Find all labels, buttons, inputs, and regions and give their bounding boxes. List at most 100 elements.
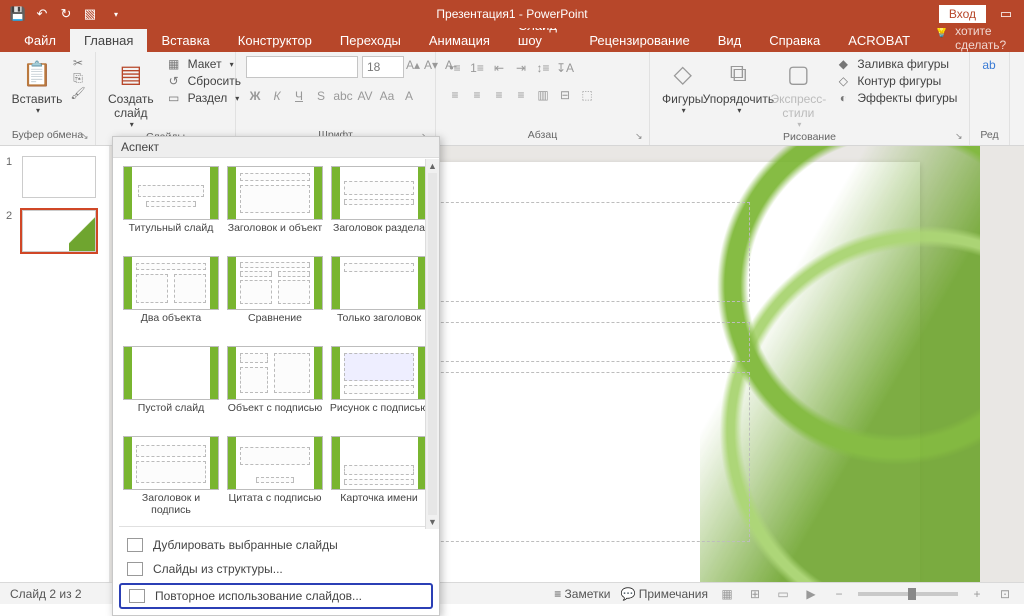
indent-dec-icon[interactable]: ⇤ bbox=[490, 59, 508, 77]
format-painter-icon[interactable]: 🖌 bbox=[70, 86, 86, 100]
layout-comparison[interactable]: Сравнение bbox=[223, 254, 327, 344]
ribbon-tabs: Файл Главная Вставка Конструктор Переход… bbox=[0, 28, 1024, 52]
font-name-combo[interactable] bbox=[246, 56, 358, 78]
tab-transitions[interactable]: Переходы bbox=[326, 29, 415, 52]
slideshow-view-icon[interactable]: ▶ bbox=[802, 585, 820, 603]
case-icon[interactable]: Aa bbox=[378, 87, 396, 105]
quick-styles-button[interactable]: ▢Экспресс-стили▾ bbox=[771, 56, 825, 131]
text-direction-icon[interactable]: ↧A bbox=[556, 59, 574, 77]
menu-reuse-slides[interactable]: Повторное использование слайдов... bbox=[119, 583, 433, 609]
thumb-1[interactable]: 1 bbox=[6, 156, 103, 198]
menu-duplicate-slides[interactable]: Дублировать выбранные слайды bbox=[113, 533, 439, 557]
new-slide-button[interactable]: ▤ Создать слайд ▾ bbox=[106, 56, 156, 131]
copy-icon[interactable]: ⎘ bbox=[70, 71, 86, 85]
outline-file-icon bbox=[127, 562, 143, 576]
reset-button[interactable]: ↺Сбросить bbox=[162, 73, 245, 89]
line-spacing-icon[interactable]: ↕≡ bbox=[534, 59, 552, 77]
scroll-down-icon[interactable]: ▼ bbox=[426, 515, 439, 529]
bullets-icon[interactable]: •≡ bbox=[446, 59, 464, 77]
start-show-icon[interactable]: ▧ bbox=[82, 6, 98, 22]
grow-font-icon[interactable]: A▴ bbox=[404, 56, 422, 74]
smartart-icon[interactable]: ⬚ bbox=[578, 86, 596, 104]
clipboard-launcher-icon[interactable]: ↘ bbox=[81, 131, 93, 143]
layout-title-content[interactable]: Заголовок и объект bbox=[223, 164, 327, 254]
layout-quote-caption[interactable]: Цитата с подписью bbox=[223, 434, 327, 524]
slide-counter: Слайд 2 из 2 bbox=[10, 587, 82, 601]
reuse-icon bbox=[129, 589, 145, 603]
normal-view-icon[interactable]: ▦ bbox=[718, 585, 736, 603]
shapes-button[interactable]: ◇Фигуры▾ bbox=[660, 56, 705, 117]
tab-review[interactable]: Рецензирование bbox=[575, 29, 703, 52]
paragraph-launcher-icon[interactable]: ↘ bbox=[635, 131, 647, 143]
indent-inc-icon[interactable]: ⇥ bbox=[512, 59, 530, 77]
layout-title-caption[interactable]: Заголовок и подпись bbox=[119, 434, 223, 524]
strike-icon[interactable]: abc bbox=[334, 87, 352, 105]
arrange-button[interactable]: ⧉Упорядочить▾ bbox=[711, 56, 765, 117]
section-icon: ▭ bbox=[166, 91, 182, 105]
login-button[interactable]: Вход bbox=[939, 5, 986, 23]
undo-icon[interactable]: ↶ bbox=[34, 6, 50, 22]
section-button[interactable]: ▭Раздел▾ bbox=[162, 90, 245, 106]
shadow-icon[interactable]: S bbox=[312, 87, 330, 105]
tab-file[interactable]: Файл bbox=[10, 29, 70, 52]
layout-section-header[interactable]: Заголовок раздела bbox=[327, 164, 431, 254]
group-paragraph: •≡ 1≡ ⇤ ⇥ ↕≡ ↧A ≡ ≡ ≡ ≡ ▥ ⊟ ⬚ Абзац ↘ bbox=[436, 52, 650, 145]
align-center-icon[interactable]: ≡ bbox=[468, 86, 486, 104]
tab-help[interactable]: Справка bbox=[755, 29, 834, 52]
numbering-icon[interactable]: 1≡ bbox=[468, 59, 486, 77]
layout-title-only[interactable]: Только заголовок bbox=[327, 254, 431, 344]
comments-button[interactable]: 💬 Примечания bbox=[620, 587, 708, 601]
shapes-icon: ◇ bbox=[667, 58, 699, 90]
columns-icon[interactable]: ▥ bbox=[534, 86, 552, 104]
layout-title-slide[interactable]: Титульный слайд bbox=[119, 164, 223, 254]
group-editing: ab Ред bbox=[970, 52, 1010, 145]
shape-effects-button[interactable]: ◐Эффекты фигуры bbox=[831, 90, 961, 106]
ribbon: 📋 Вставить ▾ ✂ ⎘ 🖌 Буфер обмена ↘ ▤ Созд… bbox=[0, 52, 1024, 146]
layout-two-content[interactable]: Два объекта bbox=[119, 254, 223, 344]
justify-icon[interactable]: ≡ bbox=[512, 86, 530, 104]
layout-icon: ▦ bbox=[166, 57, 182, 71]
spacing-icon[interactable]: AV bbox=[356, 87, 374, 105]
zoom-in-icon[interactable]: + bbox=[968, 585, 986, 603]
layout-button[interactable]: ▦Макет▾ bbox=[162, 56, 245, 72]
zoom-out-icon[interactable]: − bbox=[830, 585, 848, 603]
cut-icon[interactable]: ✂ bbox=[70, 56, 86, 70]
font-size-combo[interactable]: 18 bbox=[362, 56, 404, 78]
align-left-icon[interactable]: ≡ bbox=[446, 86, 464, 104]
save-icon[interactable]: 💾 bbox=[10, 6, 26, 22]
tab-acrobat[interactable]: ACROBAT bbox=[834, 29, 924, 52]
layout-content-caption[interactable]: Объект с подписью bbox=[223, 344, 327, 434]
font-color-icon[interactable]: A bbox=[400, 87, 418, 105]
layout-name-card[interactable]: Карточка имени bbox=[327, 434, 431, 524]
gallery-scrollbar[interactable]: ▲▼ bbox=[425, 159, 439, 529]
reading-view-icon[interactable]: ▭ bbox=[774, 585, 792, 603]
bold-icon[interactable]: Ж bbox=[246, 87, 264, 105]
shape-fill-button[interactable]: ◆Заливка фигуры bbox=[831, 56, 961, 72]
tab-home[interactable]: Главная bbox=[70, 29, 147, 52]
align-text-icon[interactable]: ⊟ bbox=[556, 86, 574, 104]
thumb-2[interactable]: 2 bbox=[6, 210, 103, 252]
qat-more-icon[interactable]: ▾ bbox=[108, 6, 124, 22]
sorter-view-icon[interactable]: ⊞ bbox=[746, 585, 764, 603]
align-right-icon[interactable]: ≡ bbox=[490, 86, 508, 104]
shape-outline-button[interactable]: ◇Контур фигуры bbox=[831, 73, 961, 89]
drawing-launcher-icon[interactable]: ↘ bbox=[955, 131, 967, 143]
menu-slides-from-outline[interactable]: Слайды из структуры... bbox=[113, 557, 439, 581]
zoom-slider[interactable] bbox=[858, 592, 958, 596]
scroll-up-icon[interactable]: ▲ bbox=[426, 159, 439, 173]
paste-button[interactable]: 📋 Вставить ▾ bbox=[10, 56, 64, 117]
tab-view[interactable]: Вид bbox=[704, 29, 756, 52]
notes-button[interactable]: ≡ Заметки bbox=[554, 587, 610, 601]
replace-icon[interactable]: ab bbox=[980, 56, 998, 74]
fit-window-icon[interactable]: ⊡ bbox=[996, 585, 1014, 603]
layout-picture-caption[interactable]: Рисунок с подписью bbox=[327, 344, 431, 434]
tab-insert[interactable]: Вставка bbox=[147, 29, 223, 52]
underline-icon[interactable]: Ч bbox=[290, 87, 308, 105]
tab-animations[interactable]: Анимация bbox=[415, 29, 504, 52]
redo-icon[interactable]: ↻ bbox=[58, 6, 74, 22]
ribbon-display-icon[interactable]: ▭ bbox=[998, 6, 1014, 22]
italic-icon[interactable]: К bbox=[268, 87, 286, 105]
new-slide-icon: ▤ bbox=[115, 58, 147, 90]
tab-design[interactable]: Конструктор bbox=[224, 29, 326, 52]
layout-blank[interactable]: Пустой слайд bbox=[119, 344, 223, 434]
